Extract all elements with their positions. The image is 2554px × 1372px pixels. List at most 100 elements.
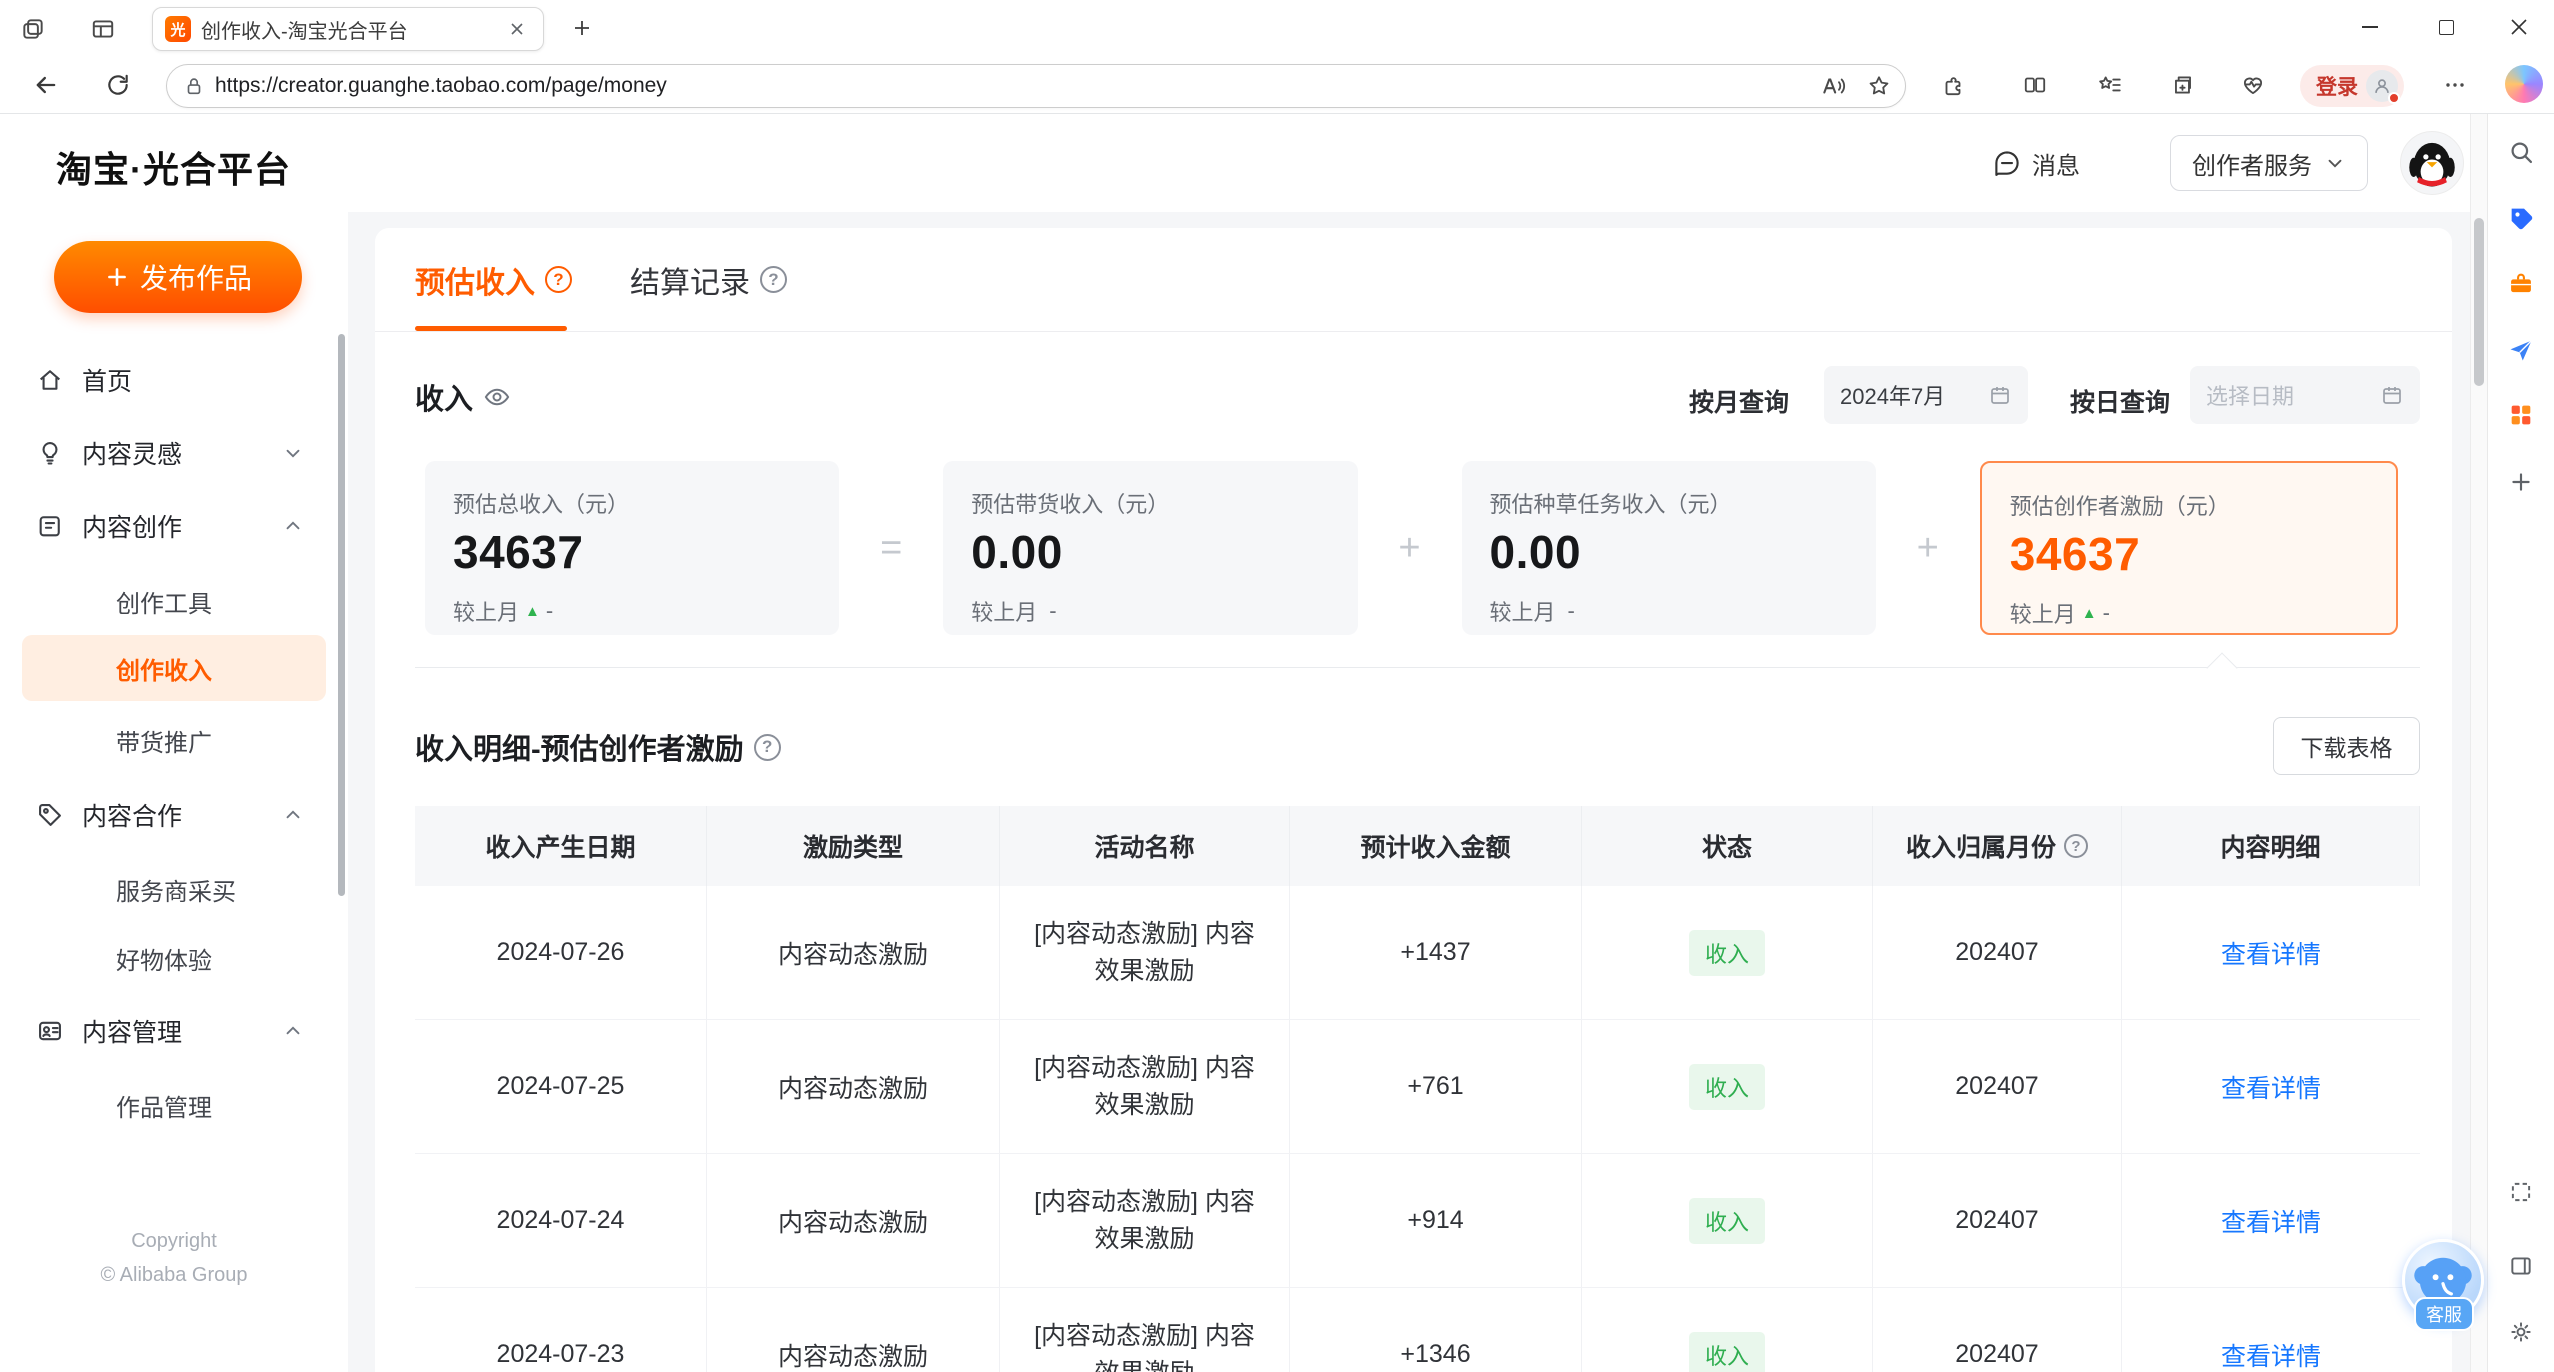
cell-status: 收入 [1582, 1288, 1873, 1372]
tab-settlement-records[interactable]: 结算记录 [630, 258, 787, 302]
page-scrollbar-thumb[interactable] [2474, 218, 2484, 386]
window-minimize-button[interactable] [2332, 0, 2408, 54]
cell-amount: +914 [1290, 1154, 1582, 1287]
browser-nav-bar: https://creator.guanghe.taobao.com/page/… [0, 56, 2554, 114]
window-maximize-button[interactable] [2408, 0, 2484, 54]
chevron-up-icon [282, 804, 304, 826]
sidebar-toggle-icon[interactable] [2501, 1246, 2541, 1286]
day-picker-placeholder: 选择日期 [2206, 384, 2295, 409]
detail-section-title: 收入明细-预估创作者激励 [415, 726, 781, 768]
sidebar-item-product-trial[interactable]: 好物体验 [22, 925, 326, 991]
sidebar-item-label: 首页 [82, 368, 133, 396]
gear-icon[interactable] [2501, 1312, 2541, 1352]
toolbox-icon[interactable] [2501, 264, 2541, 304]
month-picker[interactable]: 2024年7月 [1824, 366, 2028, 424]
sidebar-item-works-management[interactable]: 作品管理 [22, 1072, 326, 1138]
sidebar-scrollbar-thumb[interactable] [338, 334, 345, 896]
sidebar-item-cooperation[interactable]: 内容合作 [22, 782, 326, 848]
customer-service-widget[interactable]: 客服 [2402, 1239, 2486, 1335]
view-details-link[interactable]: 查看详情 [2221, 1337, 2321, 1372]
sidebar-item-creation-income[interactable]: 创作收入 [22, 635, 326, 701]
tab-close-icon[interactable] [503, 15, 531, 43]
view-details-link[interactable]: 查看详情 [2221, 1069, 2321, 1105]
settings-more-icon[interactable] [2435, 65, 2475, 105]
lock-icon[interactable] [183, 75, 205, 97]
sidebar-item-creation[interactable]: 内容创作 [22, 493, 326, 559]
sidebar-item-promotion[interactable]: 带货推广 [22, 707, 326, 773]
login-button[interactable]: 登录 [2300, 65, 2404, 107]
sidebar-item-inspiration[interactable]: 内容灵感 [22, 420, 326, 486]
send-plane-icon[interactable] [2501, 330, 2541, 370]
sidebar-item-label: 创作工具 [116, 590, 212, 618]
add-to-sidebar-icon[interactable] [2501, 462, 2541, 502]
sidebar-item-label: 内容灵感 [82, 441, 183, 469]
sidebar-item-home[interactable]: 首页 [22, 347, 326, 413]
sidebar-item-creation-tools[interactable]: 创作工具 [22, 568, 326, 634]
extensions-icon[interactable] [1933, 65, 1973, 105]
workspaces-icon[interactable] [16, 12, 50, 46]
back-icon[interactable] [26, 65, 66, 105]
search-icon[interactable] [2501, 132, 2541, 172]
sidebar-item-service-purchase[interactable]: 服务商采买 [22, 856, 326, 922]
help-icon[interactable] [760, 266, 787, 293]
cell-amount: +761 [1290, 1020, 1582, 1153]
view-details-link[interactable]: 查看详情 [2221, 935, 2321, 971]
favorite-star-icon[interactable] [1861, 68, 1897, 104]
user-avatar[interactable] [2400, 131, 2464, 195]
help-icon[interactable] [2064, 834, 2088, 858]
browser-tab[interactable]: 光 创作收入-淘宝光合平台 [152, 7, 544, 51]
copilot-icon[interactable] [2505, 65, 2543, 103]
url-text[interactable]: https://creator.guanghe.taobao.com/page/… [215, 74, 1805, 98]
creator-service-dropdown[interactable]: 创作者服务 [2170, 135, 2368, 191]
read-aloud-icon[interactable] [1815, 68, 1851, 104]
cell-action: 查看详情 [2122, 1288, 2420, 1372]
cell-amount: +1346 [1290, 1288, 1582, 1372]
browser-essentials-icon[interactable] [2233, 65, 2273, 105]
plus-sign: + [1398, 526, 1421, 569]
main-content-card: 预估收入 结算记录 收入 按月查询 2024年7月 按日查询 选择日 [375, 228, 2452, 1372]
cell-month: 202407 [1873, 1020, 2122, 1153]
tab-estimated-income[interactable]: 预估收入 [415, 258, 572, 302]
stat-compare: 较上月 - [1489, 598, 1575, 625]
login-label: 登录 [2316, 76, 2358, 99]
stat-card-creator-incentive[interactable]: 预估创作者激励（元） 34637 较上月 ▲ - [1979, 461, 2398, 635]
day-picker[interactable]: 选择日期 [2190, 366, 2420, 424]
sidebar-item-label: 内容合作 [82, 803, 183, 831]
profile-avatar-icon[interactable] [2366, 70, 2400, 104]
page-scrollbar[interactable] [2470, 114, 2487, 1372]
tab-label: 结算记录 [630, 266, 750, 300]
split-screen-icon[interactable] [2015, 65, 2055, 105]
eye-icon[interactable] [483, 383, 511, 411]
cell-month: 202407 [1873, 886, 2122, 1019]
shopping-tag-icon[interactable] [2501, 198, 2541, 238]
view-details-link[interactable]: 查看详情 [2221, 1203, 2321, 1239]
apps-grid-icon[interactable] [2501, 395, 2541, 435]
download-table-button[interactable]: 下载表格 [2273, 717, 2420, 775]
collections-icon[interactable] [2163, 65, 2203, 105]
sidebar-item-management[interactable]: 内容管理 [22, 998, 326, 1064]
tab-actions-icon[interactable] [86, 12, 120, 46]
month-query-label: 按月查询 [1689, 389, 1790, 417]
status-badge: 收入 [1688, 929, 1765, 976]
screenshot-icon[interactable] [2501, 1172, 2541, 1212]
stat-title: 预估总收入（元） [453, 492, 630, 517]
publish-work-button[interactable]: 发布作品 [54, 241, 302, 313]
address-bar[interactable]: https://creator.guanghe.taobao.com/page/… [166, 64, 1906, 108]
tag-icon [36, 801, 64, 829]
stat-card-total-income: 预估总收入（元） 34637 较上月 ▲ - [425, 461, 840, 635]
window-close-button[interactable] [2484, 0, 2554, 54]
col-header-status: 状态 [1582, 806, 1873, 886]
refresh-icon[interactable] [98, 65, 138, 105]
favorites-icon[interactable] [2090, 65, 2130, 105]
messages-button[interactable]: 消息 [1992, 144, 2080, 182]
cell-status: 收入 [1582, 886, 1873, 1019]
help-icon[interactable] [753, 733, 781, 761]
site-header: 淘宝·光合平台 消息 创作者服务 [0, 114, 2470, 212]
status-badge: 收入 [1688, 1331, 1765, 1372]
new-tab-button[interactable] [566, 12, 598, 44]
site-logo[interactable]: 淘宝·光合平台 [56, 141, 291, 193]
cell-amount: +1437 [1290, 886, 1582, 1019]
help-icon[interactable] [545, 266, 572, 293]
content-tabs: 预估收入 结算记录 [375, 228, 2452, 332]
stat-title: 预估创作者激励（元） [2009, 494, 2230, 519]
